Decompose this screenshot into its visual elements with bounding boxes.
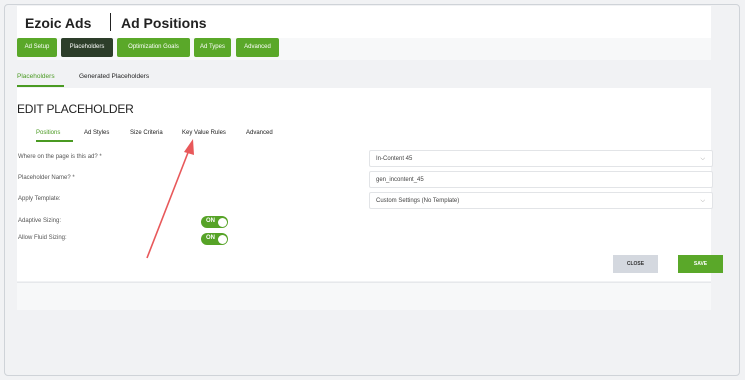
annotation-arrow-line: [146, 149, 190, 259]
annotation-arrow-head: [184, 139, 194, 155]
annotation-arrow-icon: [146, 139, 194, 259]
